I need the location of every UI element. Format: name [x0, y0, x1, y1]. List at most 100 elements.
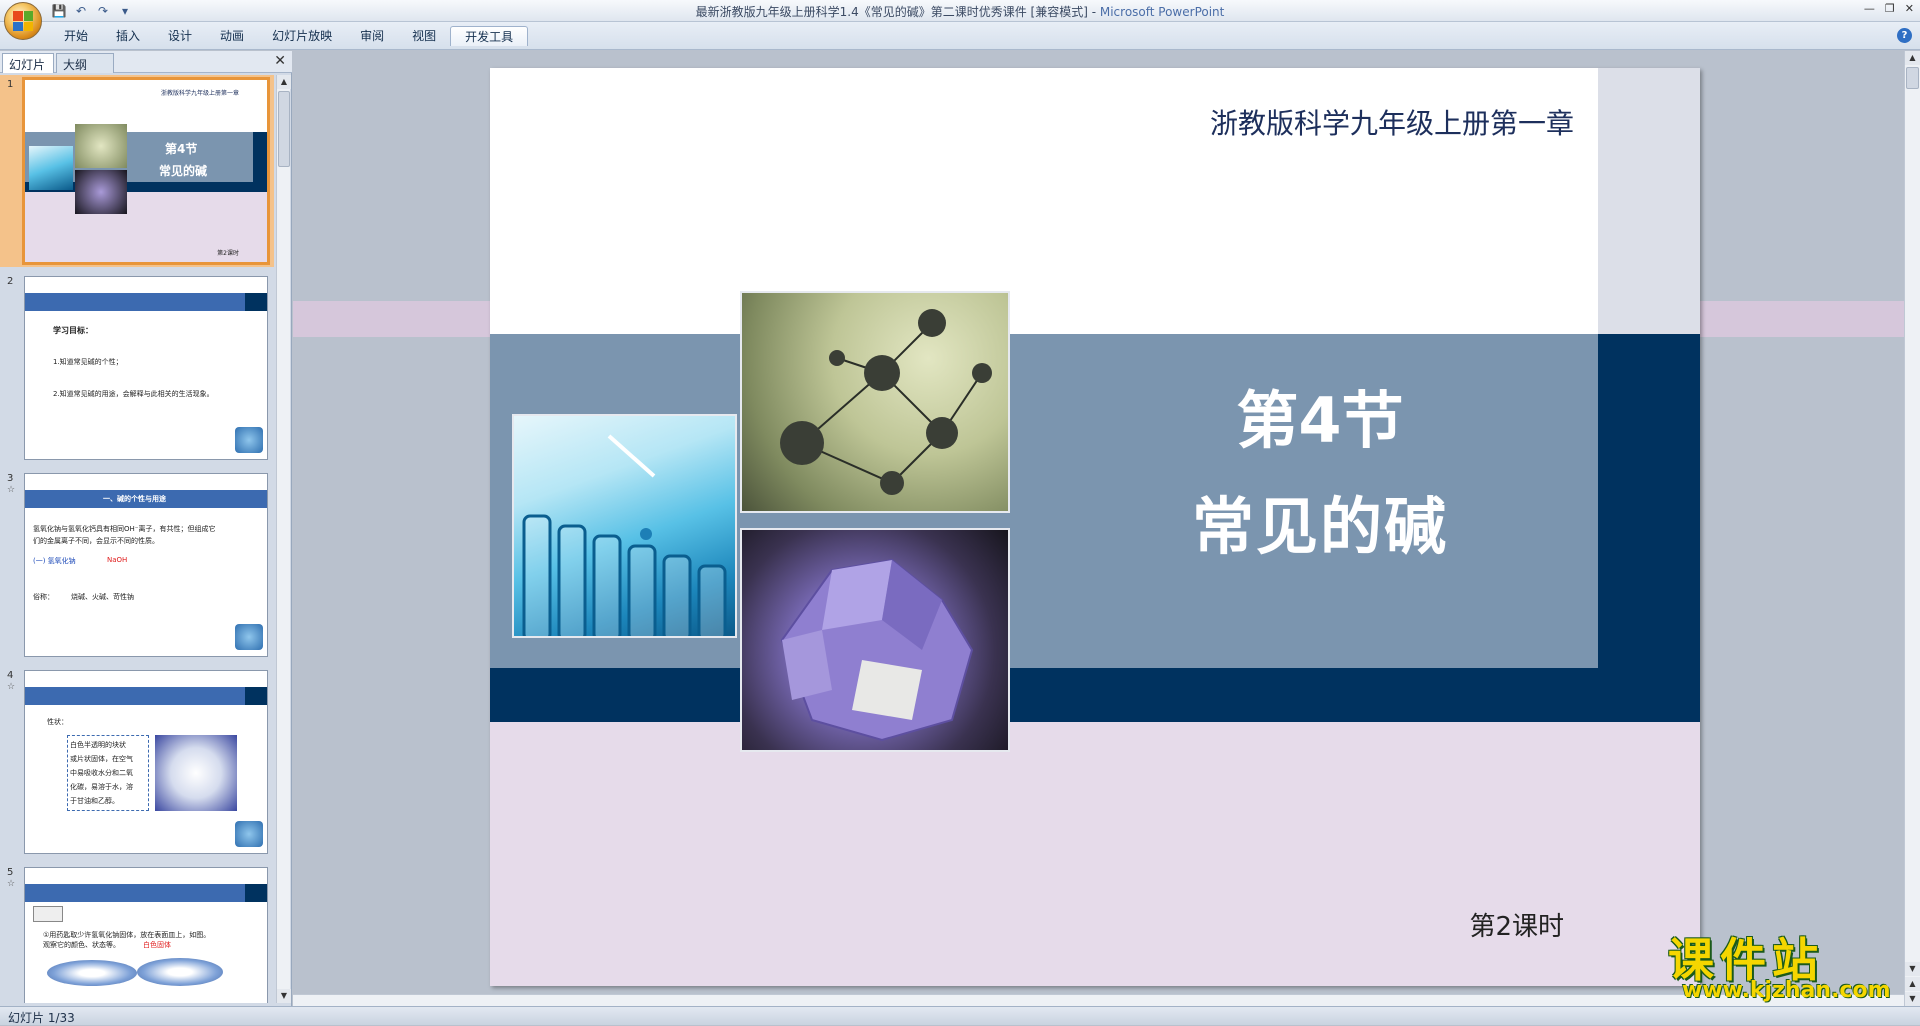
text-box: 白色半透明的块状 或片状固体，在空气 中易吸收水分和二氧 化碳，易溶于水，溶 于… — [67, 735, 149, 811]
thumbnail-row[interactable]: 4 ☆ 性状： 白色半透明的块状 或片状固体，在空气 中易吸收水分和二氧 化碳，… — [0, 666, 274, 858]
slide-thumbnail[interactable]: 一、碱的个性与用途 氢氧化钠与氢氧化钙具有相同OH⁻离子，有共性；但组成它 们的… — [24, 473, 268, 657]
thumbnail-scrollbar[interactable]: ▲ ▼ — [276, 75, 291, 1003]
window-controls: — ❐ ✕ — [1864, 2, 1914, 15]
flask-icon — [33, 906, 63, 922]
thumb-text: 一、碱的个性与用途 — [103, 495, 166, 503]
thumb-text: NaOH — [107, 556, 128, 564]
thumbnail-list: 1 浙教版科学九年级上册第一章 第4节 常见的碱 第2课时 2 学习目标： 1.… — [0, 75, 274, 1003]
tab-review[interactable]: 审阅 — [346, 26, 398, 46]
scroll-down-icon[interactable]: ▼ — [1905, 962, 1920, 976]
minimize-icon[interactable]: — — [1864, 2, 1875, 15]
animation-star-icon: ☆ — [7, 485, 16, 495]
thumb-text: 常见的碱 — [159, 164, 208, 178]
status-bar: 幻灯片 1/33 — [0, 1006, 1920, 1025]
thumb-text: 观察它的颜色、状态等。 — [43, 941, 120, 949]
slides-panel: 幻灯片 大纲 ✕ 1 浙教版科学九年级上册第一章 第4节 常见的碱 第2课时 2… — [0, 51, 292, 1006]
title-separator: - — [1087, 5, 1100, 19]
slide-number: 3 — [7, 473, 14, 484]
slide-thumbnail[interactable]: ①用药匙取少许氢氧化钠固体，放在表面皿上，如图。 观察它的颜色、状态等。 白色固… — [24, 867, 268, 1003]
slide-thumbnail[interactable]: 学习目标： 1.知道常见碱的个性； 2.知道常见碱的用途，会解释与此相关的生活现… — [24, 276, 268, 460]
molecule-image[interactable] — [740, 291, 1010, 513]
slide-counter: 幻灯片 1/33 — [8, 1011, 75, 1025]
nav-icon — [235, 624, 263, 650]
test-tubes-image[interactable] — [512, 414, 737, 638]
thumb-image — [29, 146, 73, 190]
close-icon[interactable]: ✕ — [1905, 2, 1914, 15]
app-name: Microsoft PowerPoint — [1099, 5, 1225, 19]
tab-outline[interactable]: 大纲 — [56, 53, 114, 73]
thumbnail-row[interactable]: 5 ☆ ①用药匙取少许氢氧化钠固体，放在表面皿上，如图。 观察它的颜色、状态等。… — [0, 863, 274, 1003]
tab-slideshow[interactable]: 幻灯片放映 — [258, 26, 346, 46]
thumbnail-row[interactable]: 2 学习目标： 1.知道常见碱的个性； 2.知道常见碱的用途，会解释与此相关的生… — [0, 272, 274, 464]
tab-animations[interactable]: 动画 — [206, 26, 258, 46]
office-button[interactable] — [4, 2, 42, 40]
dish-image — [137, 958, 223, 986]
thumb-text: 第2课时 — [217, 250, 239, 257]
thumb-text: 白色半透明的块状 — [70, 741, 126, 749]
tab-developer[interactable]: 开发工具 — [450, 26, 529, 46]
thumb-text: ①用药匙取少许氢氧化钠固体，放在表面皿上，如图。 — [43, 931, 211, 939]
thumb-text: 烧碱、火碱、苛性钠 — [71, 593, 134, 601]
tab-slides[interactable]: 幻灯片 — [2, 53, 54, 73]
nav-icon — [235, 821, 263, 847]
editor-scrollbar[interactable]: ▲ ▼ ▲ ▼ — [1904, 51, 1920, 1006]
thumb-image — [75, 124, 127, 168]
slide-thumbnail[interactable]: 性状： 白色半透明的块状 或片状固体，在空气 中易吸收水分和二氧 化碳，易溶于水… — [24, 670, 268, 854]
slide-title-topic[interactable]: 常见的碱 — [1150, 476, 1490, 566]
thumb-text: 氢氧化钠与氢氧化钙具有相同OH⁻离子，有共性；但组成它 — [33, 525, 216, 533]
thumb-text: 俗称： — [33, 593, 54, 601]
thumbnail-row[interactable]: 1 浙教版科学九年级上册第一章 第4节 常见的碱 第2课时 — [0, 75, 274, 267]
panel-tabs: 幻灯片 大纲 ✕ — [0, 51, 292, 73]
thumbnail-row[interactable]: 3 ☆ 一、碱的个性与用途 氢氧化钠与氢氧化钙具有相同OH⁻离子，有共性；但组成… — [0, 469, 274, 661]
ribbon: 开始 插入 设计 动画 幻灯片放映 审阅 视图 开发工具 ? — [0, 22, 1920, 50]
next-slide-icon[interactable]: ▼ — [1905, 992, 1920, 1006]
restore-icon[interactable]: ❐ — [1885, 2, 1895, 15]
tab-home[interactable]: 开始 — [50, 26, 102, 46]
slide-editor: 浙教版科学九年级上册第一章 第4节 常见的碱 第2课时 — [293, 51, 1904, 1006]
thumb-text: 于甘油和乙醇。 — [70, 797, 119, 805]
site-watermark: 课件站 www.kjzhan.com — [1668, 924, 1904, 1006]
tab-view[interactable]: 视图 — [398, 26, 450, 46]
tab-insert[interactable]: 插入 — [102, 26, 154, 46]
thumb-text: 浙教版科学九年级上册第一章 — [160, 90, 239, 97]
scroll-thumb[interactable] — [278, 91, 290, 167]
slide-number: 5 — [7, 867, 14, 878]
watermark-url: www.kjzhan.com — [1682, 978, 1891, 1003]
animation-star-icon: ☆ — [7, 682, 16, 692]
fluorite-crystal-image[interactable] — [740, 528, 1010, 752]
naoh-photo — [155, 735, 237, 811]
scroll-down-icon[interactable]: ▼ — [277, 989, 291, 1003]
slide-title-section[interactable]: 第4节 — [1170, 370, 1470, 460]
slide-subtitle[interactable]: 浙教版科学九年级上册第一章 — [1210, 102, 1574, 142]
close-panel-icon[interactable]: ✕ — [274, 53, 286, 69]
help-icon[interactable]: ? — [1897, 28, 1912, 43]
document-name: 最新浙教版九年级上册科学1.4《常见的碱》第二课时优秀课件 [兼容模式] — [695, 5, 1088, 19]
previous-slide-icon[interactable]: ▲ — [1905, 977, 1920, 991]
ribbon-tabs: 开始 插入 设计 动画 幻灯片放映 审阅 视图 开发工具 — [50, 26, 529, 46]
nav-icon — [235, 427, 263, 453]
slide-thumbnail[interactable]: 浙教版科学九年级上册第一章 第4节 常见的碱 第2课时 — [22, 77, 270, 265]
thumb-text: 们的金属离子不同，会显示不同的性质。 — [33, 537, 159, 545]
title-bar: 💾 ↶ ↷ ▾ 最新浙教版九年级上册科学1.4《常见的碱》第二课时优秀课件 [兼… — [0, 0, 1920, 22]
thumb-text: 2.知道常见碱的用途，会解释与此相关的生活现象。 — [53, 390, 214, 398]
slide-lesson-label[interactable]: 第2课时 — [1469, 906, 1564, 943]
slide-decor — [490, 668, 1700, 722]
slide-canvas[interactable]: 浙教版科学九年级上册第一章 第4节 常见的碱 第2课时 — [490, 68, 1700, 986]
slide-number: 4 — [7, 670, 14, 681]
tab-design[interactable]: 设计 — [154, 26, 206, 46]
thumb-text: 中易吸收水分和二氧 — [70, 769, 133, 777]
animation-star-icon: ☆ — [7, 879, 16, 889]
scroll-up-icon[interactable]: ▲ — [1905, 51, 1920, 65]
thumb-text: 白色固体 — [143, 941, 171, 949]
thumb-text: 化碳，易溶于水，溶 — [70, 783, 133, 791]
slide-decor — [490, 722, 1700, 986]
window-title: 最新浙教版九年级上册科学1.4《常见的碱》第二课时优秀课件 [兼容模式] - M… — [0, 3, 1920, 20]
thumb-text: 第4节 — [165, 142, 198, 156]
thumb-text: 或片状固体，在空气 — [70, 755, 133, 763]
scroll-thumb[interactable] — [1906, 67, 1919, 89]
thumb-text: 1.知道常见碱的个性； — [53, 358, 123, 366]
scroll-up-icon[interactable]: ▲ — [277, 75, 291, 89]
thumb-text: 性状： — [47, 718, 68, 726]
slide-number: 1 — [7, 79, 14, 90]
horizontal-scrollbar[interactable] — [293, 994, 1904, 1006]
